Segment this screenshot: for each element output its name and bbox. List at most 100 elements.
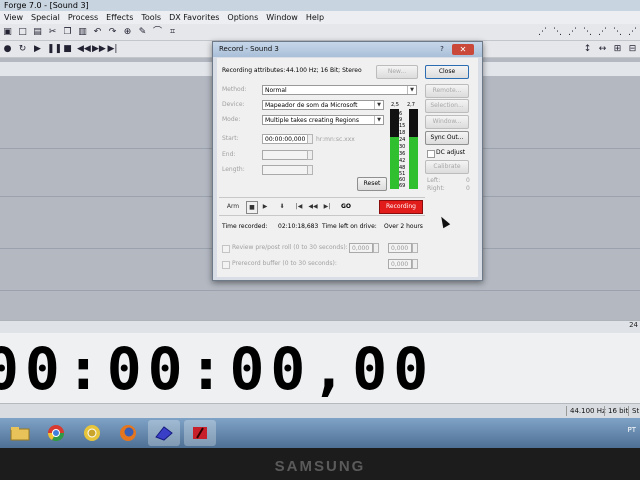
- tool-icon-3[interactable]: ⊞: [612, 44, 623, 55]
- menu-effects[interactable]: Effects: [102, 11, 137, 24]
- tool-icon-1[interactable]: ↕: [582, 44, 593, 55]
- forward-icon[interactable]: ▶▶: [92, 44, 106, 55]
- taskbar-sound-forge[interactable]: [148, 420, 180, 446]
- rewind-icon[interactable]: ◀◀: [77, 44, 91, 55]
- prerecord-spinner[interactable]: [412, 259, 418, 269]
- preroll-checkbox[interactable]: [222, 245, 230, 253]
- fx-icon-5[interactable]: ⋰: [597, 27, 608, 38]
- chrome-yellow-icon: [84, 425, 100, 441]
- go-end-icon[interactable]: ▶|: [322, 201, 332, 212]
- new-button[interactable]: New...: [376, 65, 418, 79]
- prerecord-checkbox[interactable]: [222, 261, 230, 269]
- paste-icon[interactable]: ▥: [77, 27, 88, 38]
- taskbar-chrome[interactable]: [40, 420, 72, 446]
- menu-process[interactable]: Process: [64, 11, 102, 24]
- cut-icon[interactable]: ✂: [47, 27, 58, 38]
- preroll-field-1[interactable]: 0,000: [349, 243, 373, 253]
- loop-icon[interactable]: ↻: [17, 44, 28, 55]
- preroll-spinner-1[interactable]: [373, 243, 379, 253]
- menu-help[interactable]: Help: [302, 11, 328, 24]
- start-field[interactable]: 00:00:00,000: [262, 134, 308, 144]
- mode-select[interactable]: Multiple takes creating Regions ▼: [262, 115, 384, 125]
- mode-label: Mode:: [222, 116, 241, 123]
- fx-icon-4[interactable]: ⋱: [582, 27, 593, 38]
- close-button[interactable]: Close: [425, 65, 469, 79]
- time-display: 00:00:00,00: [0, 333, 640, 403]
- dialog-title: Record - Sound 3: [219, 45, 279, 53]
- prerecord-field[interactable]: 0,000: [388, 259, 412, 269]
- app-title-bar: Forge 7.0 - [Sound 3]: [0, 0, 640, 11]
- prerecord-label: Prerecord buffer (0 to 30 seconds):: [232, 260, 337, 267]
- left-value: 0: [466, 177, 470, 184]
- select-icon[interactable]: ⌗: [167, 27, 178, 38]
- menu-tools[interactable]: Tools: [137, 11, 165, 24]
- language-indicator[interactable]: PT: [628, 426, 637, 434]
- end-label: End:: [222, 151, 236, 158]
- selection-button[interactable]: Selection...: [425, 99, 469, 113]
- fx-icon-1[interactable]: ⋰: [537, 27, 548, 38]
- dialog-title-bar[interactable]: Record - Sound 3 ? ✕: [213, 42, 482, 57]
- dc-adjust-checkbox[interactable]: [427, 150, 435, 158]
- tool-icon-4[interactable]: ⊟: [627, 44, 638, 55]
- play-icon[interactable]: ▶: [32, 44, 43, 55]
- taskbar-explorer[interactable]: [4, 420, 36, 446]
- open-icon[interactable]: ▤: [32, 27, 43, 38]
- record-icon[interactable]: ●: [2, 44, 13, 55]
- end-spinner[interactable]: [307, 150, 313, 160]
- length-spinner[interactable]: [307, 165, 313, 175]
- calibrate-button[interactable]: Calibrate: [425, 160, 469, 174]
- help-button[interactable]: ?: [436, 44, 448, 54]
- recording-button[interactable]: Recording: [379, 200, 423, 214]
- sync-out-button[interactable]: Sync Out...: [425, 131, 469, 145]
- zoom-icon[interactable]: ⊕: [122, 27, 133, 38]
- fx-icon-7[interactable]: ⋰: [627, 27, 638, 38]
- pause-icon[interactable]: ❚❚: [47, 44, 62, 55]
- go-end-icon[interactable]: ▶|: [107, 44, 118, 55]
- start-spinner[interactable]: [307, 134, 313, 144]
- go-button[interactable]: GO: [339, 201, 353, 212]
- preroll-field-2[interactable]: 0,000: [388, 243, 412, 253]
- go-start-icon[interactable]: |◀: [294, 201, 304, 212]
- arm-button[interactable]: Arm: [225, 201, 241, 212]
- new-icon[interactable]: □: [17, 27, 28, 38]
- menu-window[interactable]: Window: [262, 11, 302, 24]
- tool-icon-2[interactable]: ↔: [597, 44, 608, 55]
- save-icon[interactable]: ▣: [2, 27, 13, 38]
- length-field[interactable]: [262, 165, 308, 175]
- time-recorded-value: 02:10:18,683: [278, 223, 319, 230]
- redo-icon[interactable]: ↷: [107, 27, 118, 38]
- copy-icon[interactable]: ❐: [62, 27, 73, 38]
- end-field[interactable]: [262, 150, 308, 160]
- menu-options[interactable]: Options: [223, 11, 262, 24]
- fx-icon-3[interactable]: ⋰: [567, 27, 578, 38]
- remote-button[interactable]: Remote...: [425, 84, 469, 98]
- undo-icon[interactable]: ↶: [92, 27, 103, 38]
- menu-special[interactable]: Special: [27, 11, 64, 24]
- rewind-icon[interactable]: ◀◀: [308, 201, 318, 212]
- device-select[interactable]: Mapeador de som da Microsoft ▼: [262, 100, 384, 110]
- menu-view[interactable]: View: [0, 11, 27, 24]
- main-toolbar: ▣ □ ▤ ✂ ❐ ▥ ↶ ↷ ⊕ ✎ ⌒ ⌗ ⋰ ⋱ ⋰ ⋱ ⋰ ⋱ ⋰: [0, 24, 640, 41]
- folder-icon: [10, 427, 30, 441]
- time-ruler[interactable]: 24: [0, 320, 640, 333]
- meter-scale: 6 9 15 18 24 30 36 42 48 51 60 69: [399, 110, 409, 189]
- taskbar-firefox[interactable]: [112, 420, 144, 446]
- taskbar-other-app[interactable]: [184, 420, 216, 446]
- method-select[interactable]: Normal ▼: [262, 85, 417, 95]
- preroll-spinner-2[interactable]: [412, 243, 418, 253]
- menu-dx-favorites[interactable]: DX Favorites: [165, 11, 223, 24]
- waveform-divider: [0, 290, 640, 291]
- window-button[interactable]: Window...: [425, 115, 469, 129]
- play-icon[interactable]: ▶: [260, 201, 270, 212]
- fx-icon-6[interactable]: ⋱: [612, 27, 623, 38]
- fx-icon-2[interactable]: ⋱: [552, 27, 563, 38]
- dialog-close-x-button[interactable]: ✕: [452, 44, 474, 55]
- taskbar-chrome-alt[interactable]: [76, 420, 108, 446]
- prerecord-icon[interactable]: ⬇: [277, 201, 287, 212]
- device-value: Mapeador de som da Microsoft: [265, 102, 358, 109]
- envelope-icon[interactable]: ⌒: [152, 27, 163, 38]
- pencil-icon[interactable]: ✎: [137, 27, 148, 38]
- stop-icon[interactable]: ■: [62, 44, 73, 55]
- reset-button[interactable]: Reset: [357, 177, 387, 191]
- stop-icon[interactable]: ■: [246, 201, 258, 214]
